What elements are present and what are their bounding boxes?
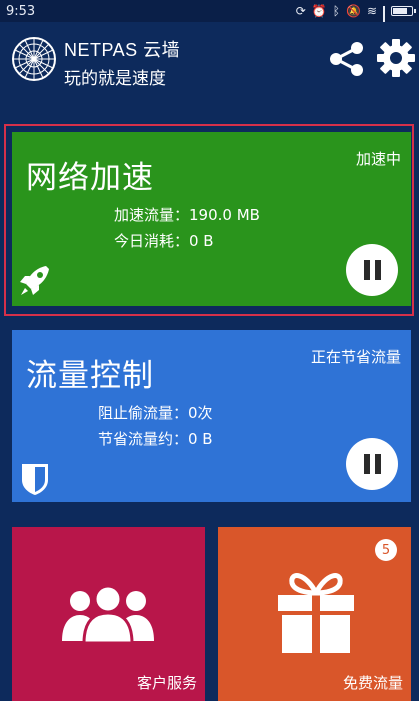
accelerate-status: 加速中 [355,150,401,168]
gift-icon [278,573,354,653]
free-traffic-label: 免费流量 [342,674,403,692]
accelerate-traffic: 加速流量：190.0 MB [114,206,260,224]
mute-icon: 🔕 [345,4,361,18]
traffic-blocked: 阻止偷流量：0次 [98,404,213,422]
rocket-icon [20,266,49,295]
traffic-saved: 节省流量约：0 B [98,430,213,448]
pause-icon-bar [374,454,381,474]
traffic-control-pause-button[interactable] [346,438,398,490]
shield-icon [22,464,48,495]
share-icon[interactable] [328,40,366,78]
traffic-control-status: 正在节省流量 [310,348,401,366]
pause-icon [363,260,370,280]
accelerate-pause-button[interactable] [346,244,398,296]
pause-icon-bar [374,260,381,280]
app-header: NETPAS 云墙 玩的就是速度 [0,22,419,114]
logo-icon [12,37,56,81]
accelerate-title: 网络加速 [26,160,154,196]
customer-service-tile[interactable]: 客户服务 [12,527,205,701]
app-slogan: 玩的就是速度 [64,69,166,89]
status-time: 9:53 [6,3,36,19]
signal-icon [383,5,385,41]
bluetooth-icon: ᛒ [332,4,340,18]
users-icon [62,584,154,643]
alarm-icon: ⏰ [311,4,327,18]
free-traffic-tile[interactable]: 5 免费流量 [218,527,411,701]
customer-service-label: 客户服务 [136,674,197,692]
sync-icon: ⟳ [295,4,306,18]
accelerate-today: 今日消耗：0 B [114,232,214,250]
battery-icon [391,6,416,16]
gear-icon[interactable] [376,38,416,78]
app-title: NETPAS 云墙 [64,40,181,60]
status-bar: 9:53 ⟳ ⏰ ᛒ 🔕 ≋ [0,0,419,41]
accelerate-tile[interactable]: 网络加速 加速中 加速流量：190.0 MB 今日消耗：0 B [12,132,411,306]
notification-badge: 5 [375,539,397,561]
traffic-control-title: 流量控制 [26,358,154,394]
traffic-control-tile[interactable]: 流量控制 正在节省流量 阻止偷流量：0次 节省流量约：0 B [12,330,411,502]
pause-icon [363,454,370,474]
wifi-icon: ≋ [366,4,377,18]
status-icons: ⟳ ⏰ ᛒ 🔕 ≋ [295,4,416,41]
